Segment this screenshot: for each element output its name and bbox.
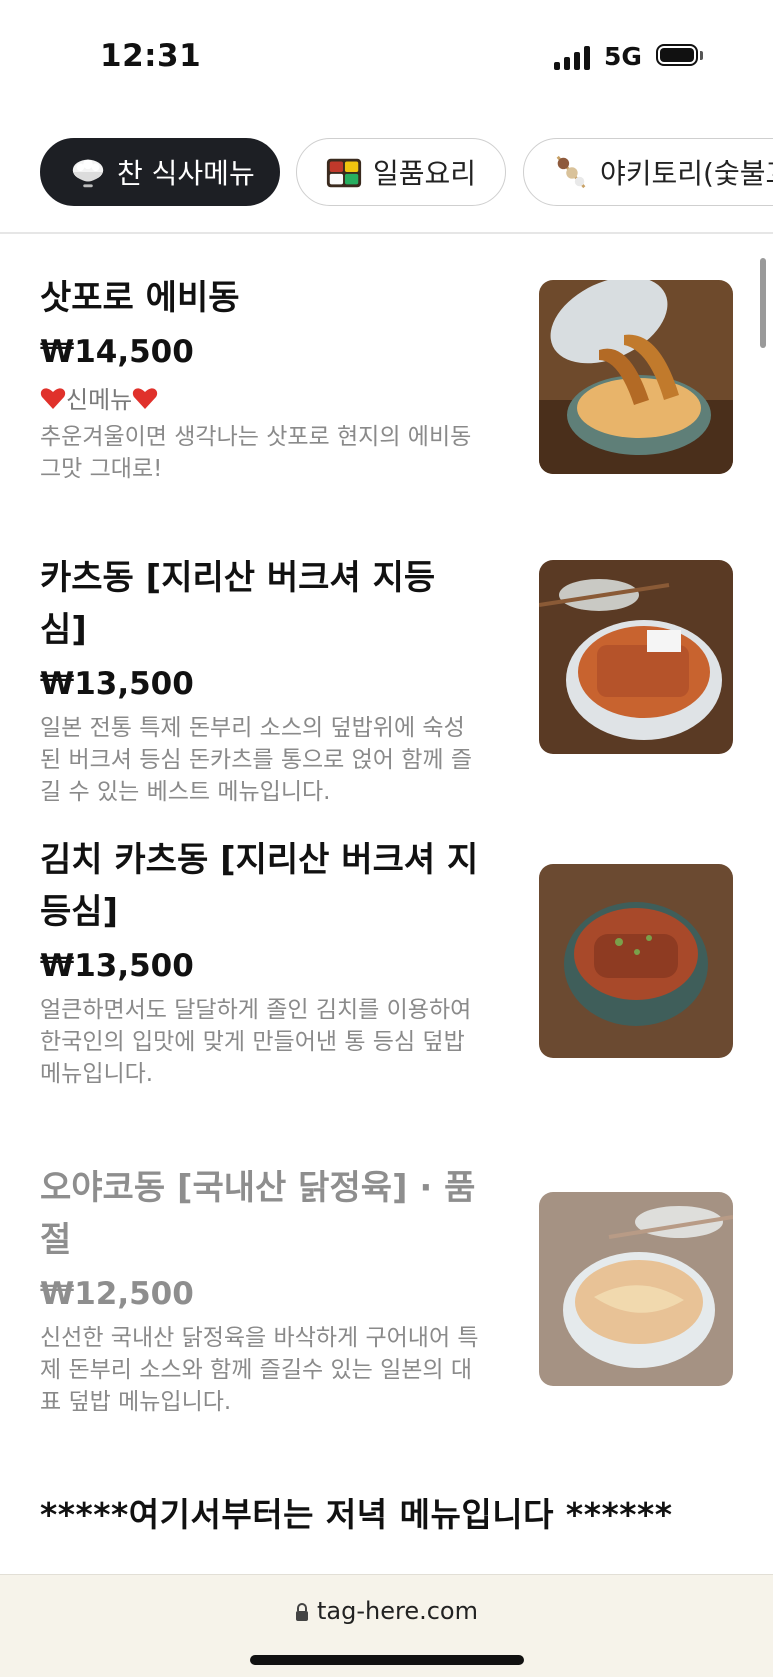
rice-bowl-icon [72, 159, 104, 188]
menu-item-ebi-don[interactable]: 삿포로 에비동 ₩14,500 신메뉴 추운겨울이면 생각나는 삿포로 현지의 … [40, 272, 740, 485]
menu-item-katsu-don[interactable]: 카츠동 [지리산 버크셔 지등심] ₩13,500 일본 전통 특제 돈부리 소… [40, 552, 740, 808]
category-tabs: 찬 식사메뉴 일품요리 야키토리(숯불꼬 [0, 138, 773, 212]
url-text: tag-here.com [317, 1597, 478, 1625]
tab-label: 일품요리 [373, 157, 477, 190]
status-time: 12:31 [100, 38, 202, 74]
menu-item-photo[interactable] [539, 280, 733, 474]
home-indicator[interactable] [250, 1655, 524, 1665]
browser-url-bar[interactable]: tag-here.com [0, 1574, 773, 1677]
badge-label: 신메뉴 [66, 386, 133, 414]
cellular-signal-icon [554, 46, 594, 70]
menu-item-name: 김치 카츠동 [지리산 버크셔 지등심] [40, 840, 479, 932]
menu-item-photo[interactable] [539, 560, 733, 754]
battery-icon [656, 44, 703, 68]
tab-a-la-carte[interactable]: 일품요리 [296, 138, 506, 206]
network-type: 5G [604, 42, 642, 71]
bento-box-icon [326, 158, 362, 188]
menu-item-photo[interactable] [539, 864, 733, 1058]
menu-item-description: 얼큰하면서도 달달하게 졸인 김치를 이용하여 한국인의 입맛에 맞게 만들어낸… [40, 997, 472, 1087]
menu-item-photo[interactable] [539, 1192, 733, 1386]
url-display[interactable]: tag-here.com [0, 1597, 773, 1625]
tab-label: 야키토리(숯불꼬 [600, 157, 773, 190]
menu-item-oyako-don[interactable]: 오야코동 [국내산 닭정육] · 품절 ₩12,500 신선한 국내산 닭정육을… [40, 1162, 740, 1418]
tab-label: 찬 식사메뉴 [117, 157, 255, 190]
status-bar: 12:31 5G [0, 0, 773, 115]
scrollbar[interactable] [760, 258, 766, 348]
tab-yakitori[interactable]: 야키토리(숯불꼬 [523, 138, 773, 206]
menu-item-kimchi-katsu-don[interactable]: 김치 카츠동 [지리산 버크셔 지등심] ₩13,500 얼큰하면서도 달달하게… [40, 834, 740, 1090]
menu-item-description: 일본 전통 특제 돈부리 소스의 덮밥위에 숙성된 버크셔 등심 돈카츠를 통으… [40, 715, 473, 805]
lock-icon [296, 1603, 308, 1621]
heart-icon [40, 387, 66, 409]
skewer-icon [556, 155, 586, 189]
tabs-divider [0, 232, 773, 234]
tab-meal-menu[interactable]: 찬 식사메뉴 [40, 138, 280, 206]
heart-icon [133, 387, 158, 409]
menu-item-name: 삿포로 에비동 [40, 278, 240, 318]
dinner-menu-notice: *****여기서부터는 저녁 메뉴입니다 ****** [40, 1495, 673, 1534]
menu-item-description: 신선한 국내산 닭정육을 바삭하게 구어내어 특제 돈부리 소스와 함께 즐길수… [40, 1325, 479, 1415]
menu-item-name: 카츠동 [지리산 버크셔 지등심] [40, 558, 436, 650]
menu-item-description: 추운겨울이면 생각나는 삿포로 현지의 에비동 그맛 그대로! [40, 424, 472, 482]
menu-item-name: 오야코동 [국내산 닭정육] · 품절 [40, 1168, 476, 1260]
